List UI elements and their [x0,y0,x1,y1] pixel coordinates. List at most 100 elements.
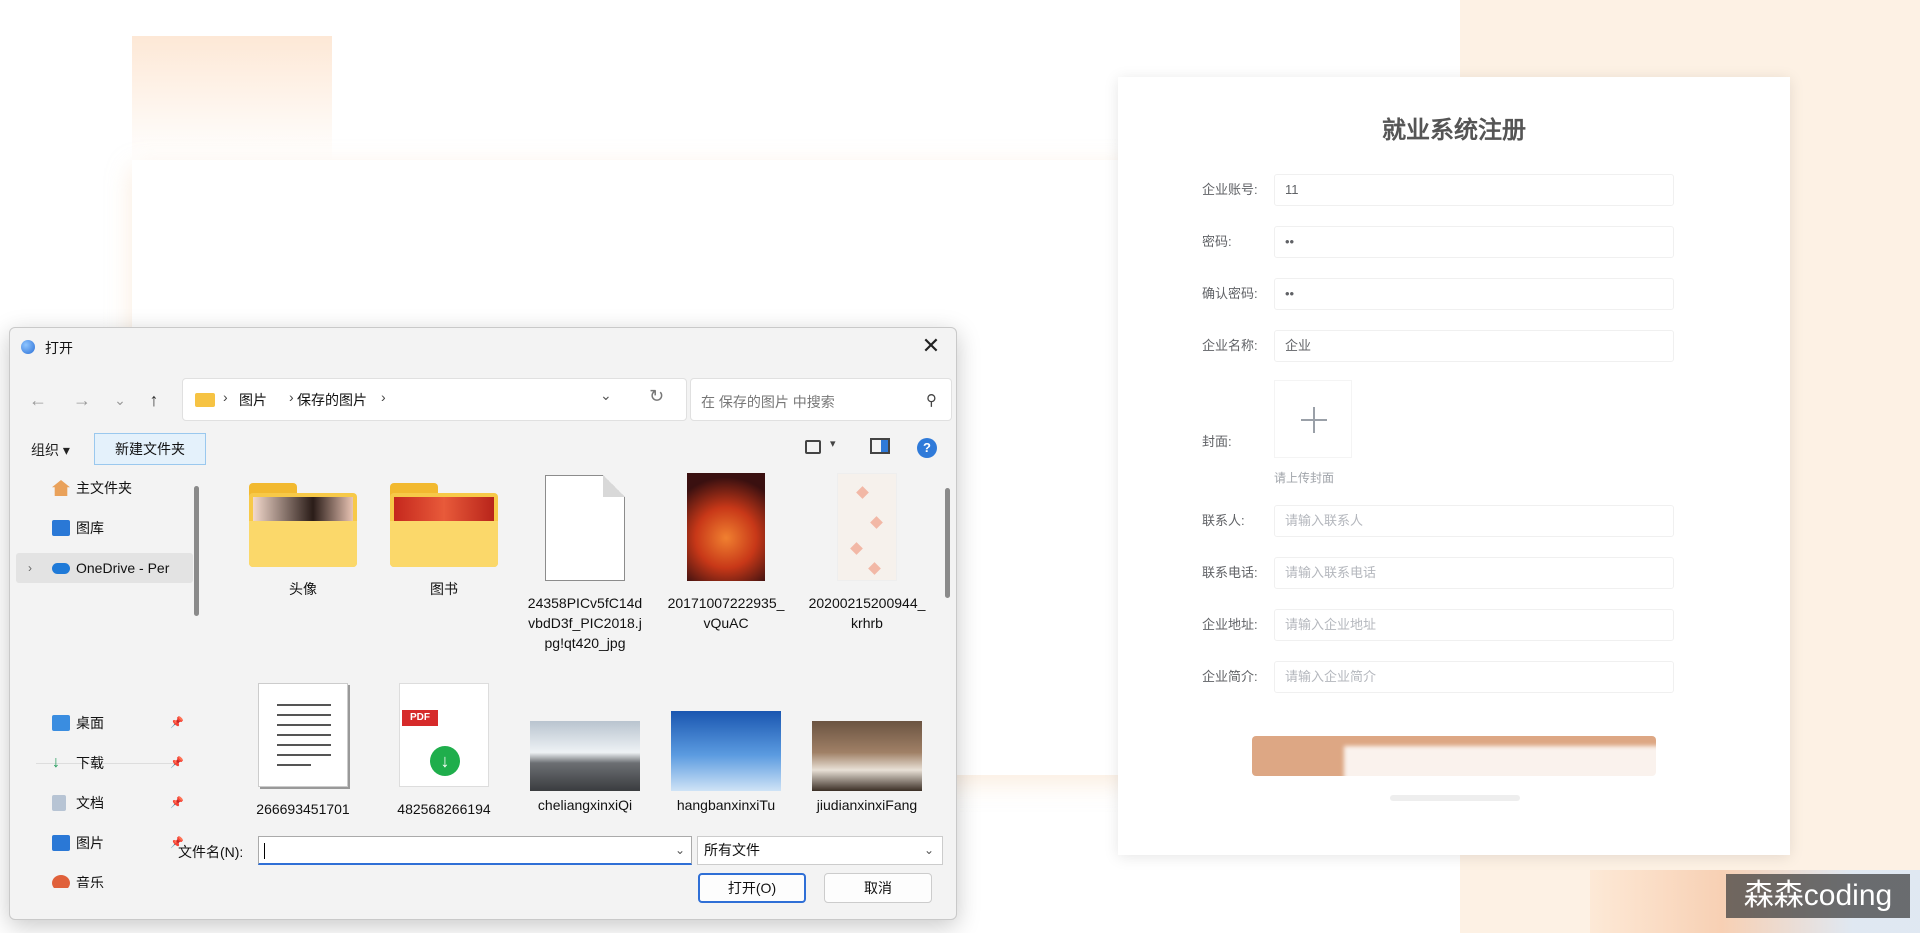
new-folder-button[interactable]: 新建文件夹 [94,433,206,465]
open-file-dialog: 打开 ✕ ← → ⌄ ↑ › 图片 › 保存的图片 › ⌄ ↻ 在 保存的图片 … [9,327,957,920]
organize-menu[interactable]: 组织 ▾ [31,440,70,460]
cover-label: 封面: [1202,434,1232,449]
recent-locations-button[interactable]: ⌄ [106,386,134,414]
company-name-label: 企业名称: [1202,338,1258,353]
background-decoration [132,36,332,161]
search-icon: ⚲ [926,392,937,409]
account-label: 企业账号: [1202,182,1258,197]
filetype-select[interactable]: 所有文件 ⌄ [697,836,943,865]
dialog-title: 打开 [45,340,73,356]
document-icon [52,795,66,811]
intro-input[interactable]: 请输入企业简介 [1274,661,1674,693]
cover-upload-button[interactable] [1274,380,1352,458]
file-item[interactable]: hangbanxinxiTu [661,683,791,815]
back-button[interactable]: ← [24,386,52,414]
cancel-button[interactable]: 取消 [824,873,932,903]
contact-row: 联系人: 请输入联系人 [1202,505,1674,537]
text-caret [264,843,265,859]
home-icon [52,480,70,496]
breadcrumb-separator: › [223,389,228,405]
address-label: 企业地址: [1202,617,1258,632]
password-label: 密码: [1202,234,1232,249]
folder-icon [390,483,498,567]
watermark: 森森coding [1726,874,1910,918]
sidebar-item-label: 主文件夹 [76,480,132,496]
pin-icon: 📌 [170,797,184,809]
view-icon[interactable] [805,440,821,454]
account-row: 企业账号: 11 [1202,174,1674,206]
folder-icon [195,393,215,407]
expand-chevron-icon[interactable]: › [28,553,32,583]
sidebar-item-label: 图片 [76,835,104,851]
image-thumbnail [671,711,781,791]
image-thumbnail [530,721,640,791]
password-input[interactable]: •• [1274,226,1674,258]
breadcrumb-saved-pictures[interactable]: 保存的图片 [297,390,367,410]
pin-icon: 📌 [170,757,184,769]
file-name: 24358PICv5fC14dvbdD3f_PIC2018.jpg!qt420_… [527,595,643,651]
sidebar-item-gallery[interactable]: 图库 [52,513,197,543]
pictures-icon [52,835,70,851]
filename-input[interactable]: ⌄ [258,836,692,865]
help-icon[interactable]: ? [917,438,937,458]
company-name-input[interactable]: 企业 [1274,330,1674,362]
sidebar-scrollbar[interactable] [194,486,199,616]
sidebar-item-music[interactable]: 音乐 [52,868,197,888]
file-list-scrollbar[interactable] [945,488,950,598]
file-item[interactable]: PDF ↓ 482568266194 [379,683,509,818]
music-icon [52,875,70,888]
breadcrumb-pictures[interactable]: 图片 [239,390,267,410]
sidebar-item-home[interactable]: 主文件夹 [52,473,197,503]
file-item[interactable]: cheliangxinxiQi [520,683,650,815]
navigation-pane: 主文件夹 图库 › OneDrive - Per 桌面 ↓ 下载 文档 图片 音… [10,473,205,888]
password-row: 密码: •• [1202,226,1674,258]
chevron-down-icon[interactable]: ⌄ [675,837,685,864]
account-input[interactable]: 11 [1274,174,1674,206]
register-form: 就业系统注册 企业账号: 11 密码: •• 确认密码: •• 企业名称: 企业… [1118,77,1790,855]
file-item[interactable]: 266693451701 [238,683,368,818]
file-item[interactable]: jiudianxinxiFang [802,683,932,815]
plus-icon-vertical [1313,407,1315,433]
file-item[interactable]: 图书 [379,483,509,599]
address-bar[interactable]: › 图片 › 保存的图片 › ⌄ ↻ [182,378,687,421]
up-button[interactable]: ↑ [140,386,168,414]
app-logo-icon [21,340,35,354]
image-thumbnail [812,721,922,791]
download-icon: ↓ [52,754,60,771]
cover-tip: 请上传封面 [1274,471,1335,485]
file-name: 图书 [430,581,458,597]
phone-label: 联系电话: [1202,565,1258,580]
pin-icon: 📌 [170,717,184,729]
file-item[interactable]: 头像 [238,483,368,599]
company-name-row: 企业名称: 企业 [1202,330,1674,362]
close-button[interactable]: ✕ [916,332,946,360]
confirm-password-input[interactable]: •• [1274,278,1674,310]
file-name: 头像 [289,581,317,597]
phone-input[interactable]: 请输入联系电话 [1274,557,1674,589]
sidebar-item-label: 桌面 [76,715,104,731]
forward-button[interactable]: → [68,386,96,414]
file-name: 20200215200944_krhrb [808,595,926,631]
file-list: 头像 图书 24358PICv5fC14dvbdD3f_PIC2018.jpg!… [210,473,945,818]
address-input[interactable]: 请输入企业地址 [1274,609,1674,641]
file-name: 20171007222935_vQuAC [667,595,785,631]
filetype-value: 所有文件 [704,842,760,858]
onedrive-icon [52,563,70,574]
search-box[interactable]: 在 保存的图片 中搜索 ⚲ [690,378,952,421]
preview-pane-icon[interactable] [870,438,890,454]
view-dropdown-icon[interactable]: ▾ [830,437,836,450]
file-item[interactable]: 24358PICv5fC14dvbdD3f_PIC2018.jpg!qt420_… [520,475,650,653]
register-title: 就业系统注册 [1382,117,1526,144]
sidebar-item-label: 下载 [76,755,104,771]
open-button[interactable]: 打开(O) [698,873,806,903]
breadcrumb-separator: › [381,389,386,405]
file-item[interactable]: 20200215200944_krhrb [802,473,932,633]
file-item[interactable]: 20171007222935_vQuAC [661,473,791,633]
text-file-icon [258,683,348,787]
address-dropdown-icon[interactable]: ⌄ [600,387,612,404]
phone-row: 联系电话: 请输入联系电话 [1202,557,1674,589]
refresh-icon[interactable]: ↻ [649,386,664,407]
dialog-titlebar[interactable]: 打开 ✕ [10,328,956,364]
sidebar-item-onedrive[interactable]: › OneDrive - Per [16,553,193,583]
contact-input[interactable]: 请输入联系人 [1274,505,1674,537]
